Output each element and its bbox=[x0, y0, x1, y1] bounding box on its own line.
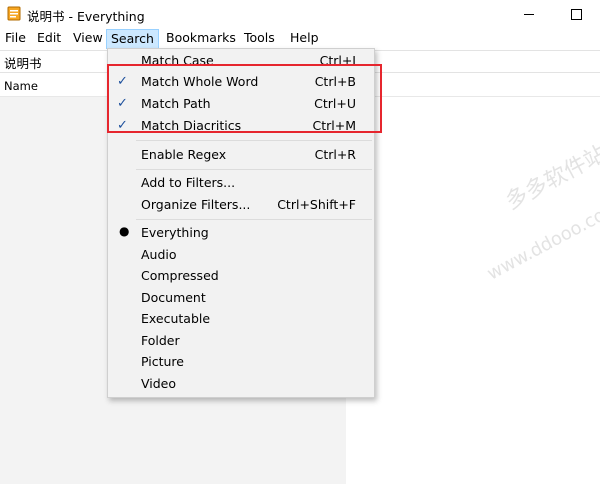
menu-item-filter-folder[interactable]: Folder bbox=[108, 330, 374, 351]
menu-bar: File Edit View Search Bookmarks Tools He… bbox=[0, 28, 600, 49]
title-bar: 说明书 - Everything bbox=[0, 0, 600, 28]
menu-help[interactable]: Help bbox=[286, 28, 323, 48]
menu-item-label: Document bbox=[141, 290, 206, 305]
menu-item-filter-picture[interactable]: Picture bbox=[108, 351, 374, 372]
menu-item-filter-audio[interactable]: Audio bbox=[108, 244, 374, 265]
menu-separator bbox=[136, 140, 372, 141]
menu-item-label: Picture bbox=[141, 354, 184, 369]
minimize-button[interactable] bbox=[506, 0, 552, 28]
menu-item-filter-executable[interactable]: Executable bbox=[108, 308, 374, 329]
menu-item-filter-compressed[interactable]: Compressed bbox=[108, 265, 374, 286]
menu-item-shortcut: Ctrl+R bbox=[314, 147, 356, 162]
maximize-button[interactable] bbox=[552, 0, 598, 28]
menu-item-label: Video bbox=[141, 376, 177, 391]
menu-search[interactable]: Search bbox=[106, 29, 159, 49]
menu-separator bbox=[136, 219, 372, 220]
menu-separator bbox=[136, 169, 372, 170]
menu-item-label: Organize Filters... bbox=[141, 197, 251, 212]
menu-item-shortcut: Ctrl+I bbox=[319, 53, 356, 64]
app-icon bbox=[7, 6, 21, 21]
column-header-name[interactable]: Name bbox=[4, 79, 38, 93]
search-value: 说明书 bbox=[4, 56, 42, 71]
menu-tools[interactable]: Tools bbox=[240, 28, 279, 48]
menu-edit[interactable]: Edit bbox=[33, 28, 65, 48]
menu-item-organize-filters[interactable]: Organize Filters... Ctrl+Shift+F bbox=[108, 194, 374, 215]
menu-item-label: Add to Filters... bbox=[141, 175, 236, 190]
menu-item-label: Folder bbox=[141, 333, 180, 348]
menu-item-label: Audio bbox=[141, 247, 177, 262]
menu-item-label: Executable bbox=[141, 311, 211, 326]
window-title: 说明书 - Everything bbox=[27, 9, 145, 24]
menu-item-label: Everything bbox=[141, 225, 209, 240]
menu-bookmarks[interactable]: Bookmarks bbox=[162, 28, 240, 48]
menu-item-shortcut: Ctrl+Shift+F bbox=[277, 197, 356, 212]
menu-item-add-to-filters[interactable]: Add to Filters... bbox=[108, 172, 374, 193]
menu-item-match-case[interactable]: Match Case Ctrl+I bbox=[108, 51, 374, 64]
highlight-annotation-box bbox=[107, 64, 382, 133]
menu-file[interactable]: File bbox=[1, 28, 30, 48]
menu-item-label: Compressed bbox=[141, 268, 219, 283]
menu-item-enable-regex[interactable]: Enable Regex Ctrl+R bbox=[108, 144, 374, 165]
radio-bullet-icon: ● bbox=[119, 224, 130, 238]
menu-item-filter-document[interactable]: Document bbox=[108, 287, 374, 308]
menu-item-filter-video[interactable]: Video bbox=[108, 373, 374, 394]
watermark-url-right: www.ddooo.com bbox=[483, 196, 600, 285]
menu-item-filter-everything[interactable]: ● Everything bbox=[108, 222, 374, 243]
menu-view[interactable]: View bbox=[69, 28, 107, 48]
menu-item-label: Enable Regex bbox=[141, 147, 227, 162]
watermark-cn-right: 多多软件站 bbox=[501, 141, 600, 216]
menu-item-label: Match Case bbox=[141, 53, 214, 64]
